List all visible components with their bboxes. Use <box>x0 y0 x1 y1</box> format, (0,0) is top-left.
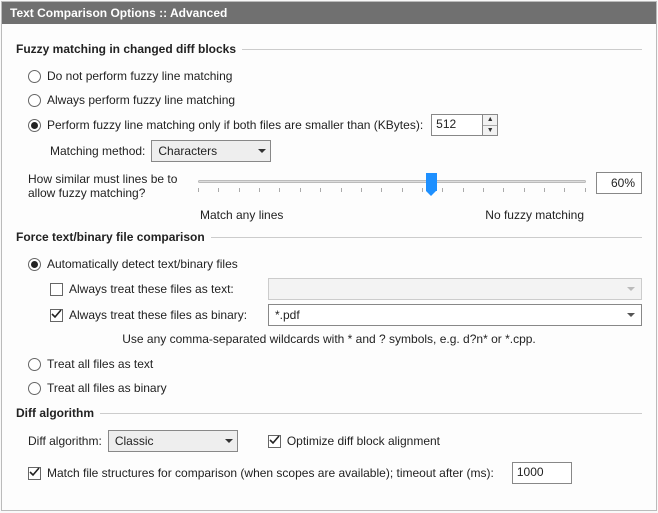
checkbox-icon[interactable] <box>50 283 63 296</box>
diff-algo-label: Diff algorithm: <box>28 434 102 448</box>
chevron-down-icon <box>627 313 635 317</box>
fuzzy-opt-small-label: Perform fuzzy line matching only if both… <box>47 118 423 132</box>
force-header: Force text/binary file comparison <box>16 230 642 244</box>
diff-algo-value: Classic <box>115 434 219 448</box>
fuzzy-opt-none-label: Do not perform fuzzy line matching <box>47 69 232 83</box>
divider <box>211 237 642 238</box>
slider-track <box>198 180 586 183</box>
optimize-label: Optimize diff block alignment <box>287 434 440 448</box>
chevron-down-icon <box>258 149 266 153</box>
force-legend: Force text/binary file comparison <box>16 230 211 244</box>
radio-icon[interactable] <box>28 119 41 132</box>
fuzzy-opt-always-label: Always perform fuzzy line matching <box>47 93 235 107</box>
treat-binary-combo[interactable]: *.pdf <box>268 304 642 326</box>
match-struct-label: Match file structures for comparison (wh… <box>47 466 494 480</box>
radio-icon[interactable] <box>28 258 41 271</box>
divider <box>100 413 642 414</box>
checkbox-icon[interactable] <box>50 309 63 322</box>
treat-text-combo <box>268 278 642 300</box>
slider-thumb[interactable] <box>426 173 437 191</box>
force-opt-all-binary-row[interactable]: Treat all files as binary <box>28 378 642 398</box>
radio-icon[interactable] <box>28 70 41 83</box>
slider-endpoints: Match any lines No fuzzy matching <box>200 208 642 222</box>
force-opt-all-text-row[interactable]: Treat all files as text <box>28 354 642 374</box>
window-title: Text Comparison Options :: Advanced <box>10 6 227 20</box>
force-opt-all-text-label: Treat all files as text <box>47 357 153 371</box>
radio-icon[interactable] <box>28 358 41 371</box>
similarity-block: How similar must lines be to allow fuzzy… <box>28 172 642 222</box>
fuzzy-opt-always-row[interactable]: Always perform fuzzy line matching <box>28 90 642 110</box>
fuzzy-opt-none-row[interactable]: Do not perform fuzzy line matching <box>28 66 642 86</box>
chevron-down-icon <box>225 439 233 443</box>
diff-legend: Diff algorithm <box>16 406 100 420</box>
fuzzy-opt-small-row[interactable]: Perform fuzzy line matching only if both… <box>28 114 642 136</box>
timeout-field[interactable]: 1000 <box>512 462 572 484</box>
force-fieldset: Force text/binary file comparison Automa… <box>16 230 642 398</box>
checkbox-icon[interactable] <box>28 467 41 480</box>
chevron-down-icon <box>627 287 635 291</box>
similarity-value: 60% <box>596 172 642 194</box>
matching-method-row: Matching method: Characters <box>50 140 642 162</box>
similarity-label: How similar must lines be to allow fuzzy… <box>28 172 188 200</box>
treat-text-row: Always treat these files as text: <box>50 278 642 300</box>
wildcard-hint: Use any comma-separated wildcards with *… <box>16 332 642 346</box>
divider <box>242 49 642 50</box>
slider-end-left: Match any lines <box>200 208 283 222</box>
slider-end-right: No fuzzy matching <box>485 208 584 222</box>
treat-binary-value: *.pdf <box>275 308 623 322</box>
diff-header: Diff algorithm <box>16 406 642 420</box>
similarity-slider[interactable] <box>198 172 586 206</box>
radio-icon[interactable] <box>28 94 41 107</box>
spinner-down-icon[interactable]: ▼ <box>483 126 497 136</box>
radio-icon[interactable] <box>28 382 41 395</box>
matching-method-value: Characters <box>158 144 252 158</box>
force-opt-all-binary-label: Treat all files as binary <box>47 381 167 395</box>
fuzzy-size-field[interactable]: 512 <box>431 114 483 136</box>
fuzzy-header: Fuzzy matching in changed diff blocks <box>16 42 642 56</box>
treat-text-label: Always treat these files as text: <box>69 282 234 296</box>
treat-binary-row: Always treat these files as binary: *.pd… <box>50 304 642 326</box>
fuzzy-size-input[interactable]: 512 ▲ ▼ <box>431 114 498 136</box>
checkbox-icon[interactable] <box>268 435 281 448</box>
slider-ticks <box>198 188 586 194</box>
advanced-options-panel: Text Comparison Options :: Advanced Fuzz… <box>1 1 657 511</box>
treat-binary-label: Always treat these files as binary: <box>69 308 247 322</box>
fuzzy-legend: Fuzzy matching in changed diff blocks <box>16 42 242 56</box>
fuzzy-fieldset: Fuzzy matching in changed diff blocks Do… <box>16 42 642 222</box>
matching-method-label: Matching method: <box>50 144 145 158</box>
matching-method-select[interactable]: Characters <box>151 140 271 162</box>
force-opt-auto-row[interactable]: Automatically detect text/binary files <box>28 254 642 274</box>
diff-algo-row: Diff algorithm: Classic Optimize diff bl… <box>28 430 642 452</box>
titlebar: Text Comparison Options :: Advanced <box>2 2 656 24</box>
force-opt-auto-label: Automatically detect text/binary files <box>47 257 238 271</box>
spinner[interactable]: ▲ ▼ <box>483 114 498 136</box>
diff-fieldset: Diff algorithm Diff algorithm: Classic O… <box>16 406 642 484</box>
content-area: Fuzzy matching in changed diff blocks Do… <box>2 24 656 496</box>
diff-algo-select[interactable]: Classic <box>108 430 238 452</box>
match-struct-row: Match file structures for comparison (wh… <box>28 462 642 484</box>
spinner-up-icon[interactable]: ▲ <box>483 115 497 126</box>
